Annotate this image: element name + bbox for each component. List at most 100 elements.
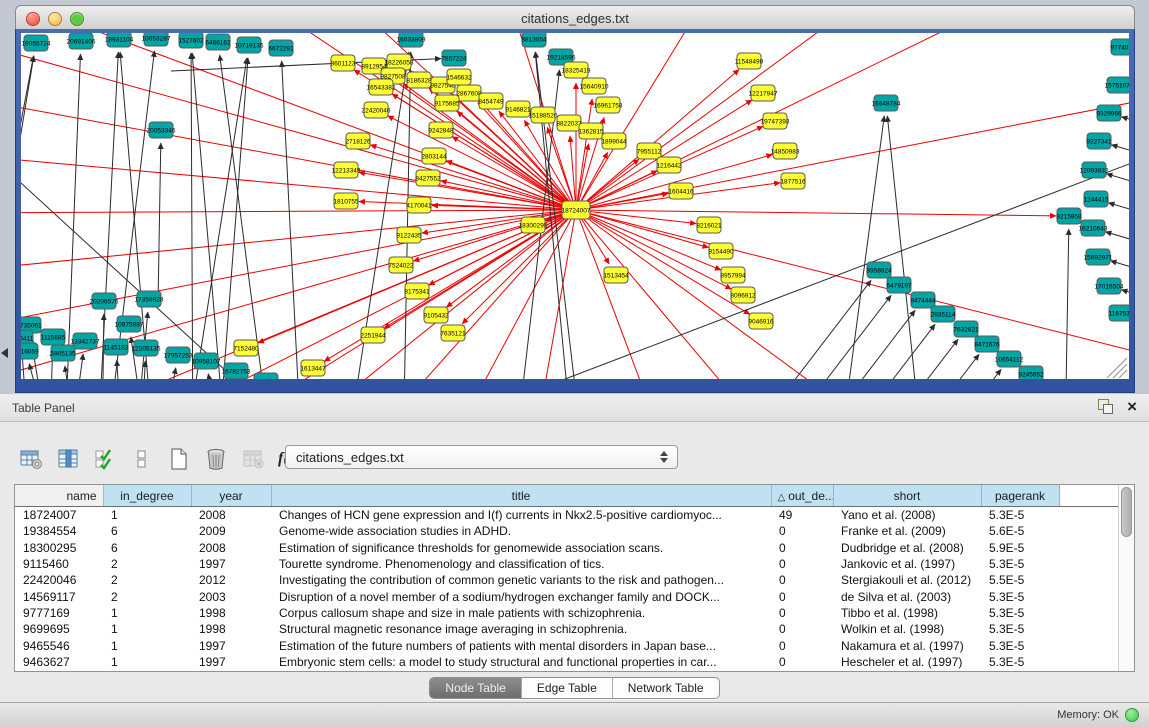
graph-node[interactable]: 15640910	[580, 78, 609, 94]
graph-node[interactable]: 19747393	[761, 113, 790, 129]
graph-node[interactable]: 1167533	[1109, 305, 1129, 321]
table-row[interactable]: 1872400712008Changes of HCN gene express…	[15, 507, 1118, 524]
table-row[interactable]: 946362711997Embryonic stem cells: a mode…	[15, 654, 1118, 670]
graph-node[interactable]: 17359928	[135, 291, 164, 307]
window-titlebar[interactable]: citations_edges.txt	[15, 5, 1135, 31]
column-header-out_de[interactable]: △out_de...	[771, 485, 833, 507]
column-header-year[interactable]: year	[191, 485, 271, 507]
graph-node[interactable]: 20053346	[147, 122, 176, 138]
graph-node[interactable]: 8958924	[866, 262, 892, 278]
graph-node[interactable]: 11548498	[735, 53, 764, 69]
table-row[interactable]: 1938455462009Genome-wide association stu…	[15, 523, 1118, 539]
column-header-short[interactable]: short	[833, 485, 981, 507]
graph-node[interactable]: 2935114	[931, 306, 956, 322]
network-view[interactable]: 1905572420691406189311041065328715276026…	[21, 33, 1129, 379]
graph-hub-node[interactable]: 18724007	[562, 201, 591, 219]
graph-node[interactable]: 16033809	[397, 33, 426, 47]
table-row[interactable]: 977716911998Corpus callosum shape and si…	[15, 605, 1118, 621]
graph-node[interactable]: 8215958	[1056, 208, 1082, 224]
graph-node[interactable]: 17016504	[1095, 278, 1124, 294]
table-row[interactable]: 1456911722003Disruption of a novel membe…	[15, 588, 1118, 604]
graph-node[interactable]: 16210643	[1079, 220, 1108, 236]
table-scrollbar[interactable]	[1118, 485, 1134, 671]
graph-node[interactable]: 18325419	[562, 62, 591, 78]
graph-node[interactable]: 10719135	[235, 37, 264, 53]
graph-node[interactable]: 20206576	[90, 293, 119, 309]
table-row[interactable]: 911546021997Tourette syndrome. Phenomeno…	[15, 556, 1118, 572]
graph-node[interactable]: 1810755	[333, 193, 359, 209]
graph-node[interactable]: 9329966	[1096, 105, 1122, 121]
graph-node[interactable]: 12213349	[332, 162, 361, 178]
graph-node[interactable]: 16543382	[367, 79, 396, 95]
graph-node[interactable]: 9774027	[1110, 39, 1129, 55]
table-row[interactable]: 946554611997Estimation of the future num…	[15, 637, 1118, 653]
graph-node[interactable]: 9227341	[1086, 133, 1112, 149]
graph-node[interactable]: 14850983	[771, 143, 800, 159]
column-header-title[interactable]: title	[271, 485, 771, 507]
graph-node[interactable]: 2718126	[345, 133, 371, 149]
graph-node[interactable]: 6672291	[268, 40, 294, 56]
column-header-name[interactable]: name	[15, 485, 103, 507]
select-all-icon[interactable]	[92, 446, 118, 472]
graph-node[interactable]: 12505135	[132, 340, 161, 356]
graph-node[interactable]: 9146821	[505, 101, 531, 117]
graph-node[interactable]: 7955112	[637, 143, 662, 159]
graph-node[interactable]: 7152480	[233, 340, 259, 356]
graph-node[interactable]: 18300295	[519, 217, 548, 233]
graph-node[interactable]: 1527602	[178, 33, 204, 48]
new-document-icon[interactable]	[166, 446, 192, 472]
scrollbar-thumb[interactable]	[1121, 487, 1132, 537]
graph-node[interactable]: 8427552	[415, 170, 441, 186]
graph-node[interactable]: 18931104	[105, 33, 134, 47]
graph-node[interactable]: 12093832	[1080, 162, 1109, 178]
graph-node[interactable]: 7632621	[953, 321, 979, 337]
tab-network-table[interactable]: Network Table	[613, 678, 719, 698]
graph-node[interactable]: 16961758	[594, 97, 623, 113]
close-window-icon[interactable]	[26, 12, 40, 26]
graph-node[interactable]: 2803144	[421, 148, 447, 164]
graph-node[interactable]: 2251944	[360, 327, 386, 343]
table-row[interactable]: 2242004622012Investigating the contribut…	[15, 572, 1118, 588]
graph-node[interactable]: 17957253	[164, 347, 193, 363]
graph-node[interactable]: 12217947	[749, 85, 778, 101]
graph-node[interactable]: 7635121	[440, 325, 466, 341]
graph-node[interactable]: 1362815	[578, 123, 604, 139]
graph-node[interactable]: 5905135	[50, 345, 76, 361]
graph-node[interactable]: 1145193	[104, 339, 129, 355]
graph-node[interactable]: 9046916	[748, 313, 774, 329]
graph-node[interactable]: 4170041	[406, 197, 432, 213]
graph-node[interactable]: 10975887	[115, 316, 144, 332]
graph-node[interactable]: 20691406	[67, 33, 96, 49]
graph-node[interactable]: 7857224	[441, 50, 467, 66]
column-header-pagerank[interactable]: pagerank	[981, 485, 1059, 507]
graph-node[interactable]: 1877516	[780, 173, 806, 189]
graph-node[interactable]: 9245652	[1018, 366, 1044, 379]
graph-node[interactable]: 1546632	[446, 69, 472, 85]
graph-node[interactable]: 16648784	[872, 95, 901, 111]
graph-node[interactable]: 8601123	[331, 55, 356, 71]
graph-node[interactable]: 8216021	[696, 217, 722, 233]
graph-node[interactable]: 9242848	[428, 122, 454, 138]
graph-node[interactable]: 10653287	[142, 33, 171, 46]
delete-column-icon[interactable]	[203, 446, 229, 472]
clear-selection-icon[interactable]	[129, 446, 155, 472]
graph-node[interactable]: 8471676	[974, 336, 1000, 352]
graph-node[interactable]: 6466162	[205, 34, 231, 50]
graph-node[interactable]: 1216442	[656, 157, 682, 173]
tab-edge-table[interactable]: Edge Table	[522, 678, 613, 698]
graph-node[interactable]: 1115685	[41, 329, 66, 345]
close-panel-icon[interactable]: ×	[1127, 399, 1137, 414]
graph-node[interactable]: 19055724	[22, 35, 51, 51]
graph-node[interactable]: 8813054	[521, 33, 547, 47]
graph-node[interactable]: 7524022	[388, 257, 414, 273]
graph-node[interactable]: 10654112	[995, 351, 1024, 367]
graph-node[interactable]: 8096912	[730, 287, 756, 303]
resize-handle[interactable]	[1107, 358, 1127, 378]
graph-node[interactable]: 9175685	[434, 95, 460, 111]
float-panel-icon[interactable]	[1098, 399, 1113, 414]
graph-node[interactable]: 8454749	[478, 93, 504, 109]
collapse-arrow-icon[interactable]	[1, 348, 8, 358]
table-selector[interactable]: citations_edges.txt	[285, 445, 678, 469]
graph-node[interactable]: 1613447	[300, 360, 326, 376]
show-columns-icon[interactable]	[55, 446, 81, 472]
